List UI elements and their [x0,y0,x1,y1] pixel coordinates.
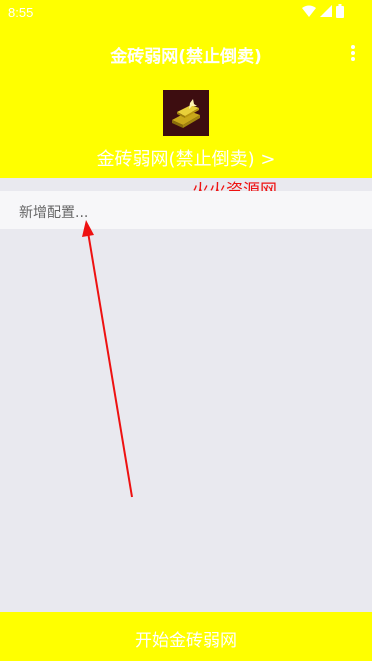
start-button[interactable]: 开始金砖弱网 [0,612,372,661]
annotation-arrow [82,220,133,498]
start-button-label: 开始金砖弱网 [135,631,237,651]
